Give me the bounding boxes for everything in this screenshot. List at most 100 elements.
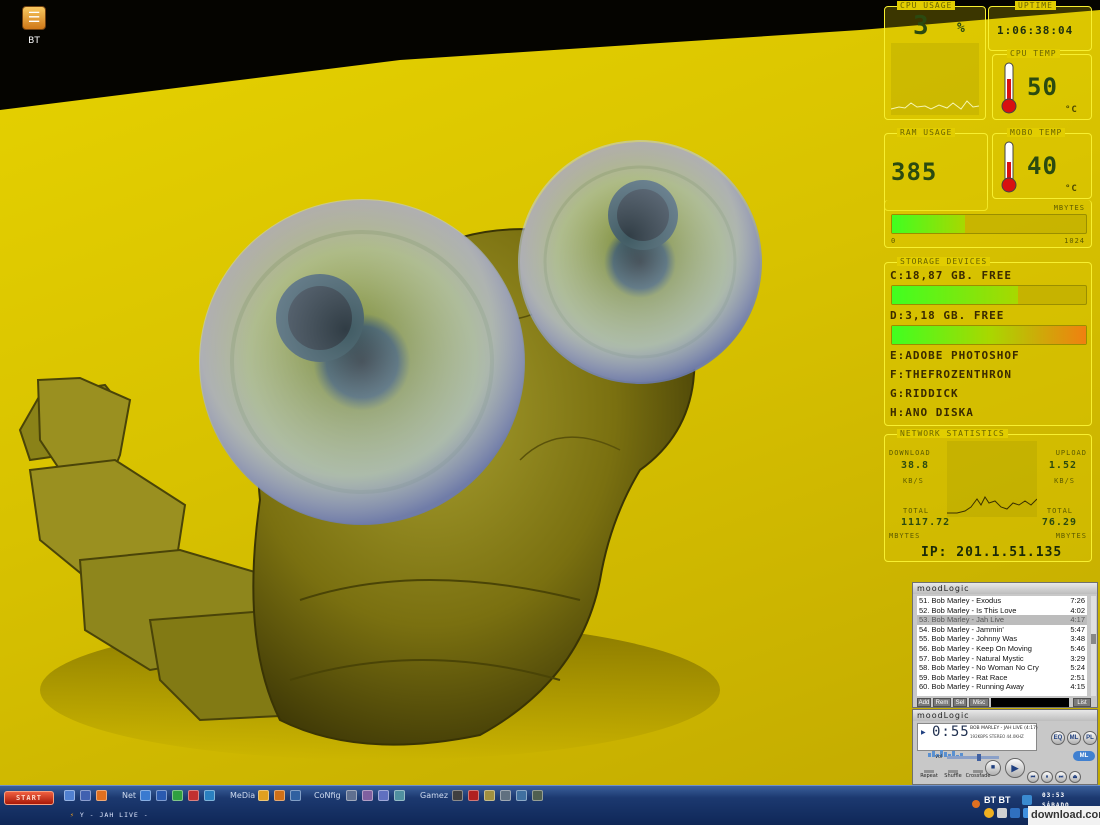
game-icon[interactable] [468,790,479,801]
game-icon[interactable] [532,790,543,801]
playlist-row-title: 54. Bob Marley - Jammin' [919,624,1004,634]
shuffle-label: Shuffle [944,773,962,779]
game-icon[interactable] [516,790,527,801]
winamp-player-window[interactable]: moodLogic ▶ 0:55 BOB MARLEY - JAH LIVE (… [912,709,1098,785]
clock-time[interactable]: 03:53 [1042,792,1065,799]
messenger-icon[interactable] [172,790,183,801]
cpu-temp-panel: CPU TEMP 50 °C [992,49,1092,120]
settings-icon[interactable] [362,790,373,801]
pause-button[interactable]: ⏸ [1041,771,1053,783]
volume-knob[interactable] [977,754,981,761]
app-icon[interactable] [204,790,215,801]
window-icon[interactable] [80,790,91,801]
playlist-row[interactable]: 51. Bob Marley - Exodus 7:26 [917,596,1087,606]
playlist-row[interactable]: 59. Bob Marley - Rat Race 2:51 [917,673,1087,683]
playlist-row[interactable]: 52. Bob Marley - Is This Love 4:02 [917,606,1087,616]
tray-warning-icon[interactable] [972,800,980,808]
download-label: DOWNLOAD [889,449,931,457]
playlist-row-duration: 5:46 [1070,643,1085,653]
ml-badge: ML [1073,751,1095,761]
game-icon[interactable] [484,790,495,801]
network-title: NETWORK STATISTICS [897,429,1008,438]
playlist-row[interactable]: 58. Bob Marley - No Woman No Cry 5:24 [917,663,1087,673]
ip-address: IP: 201.1.51.135 [921,545,1063,560]
ram-max-label: 1024 [1064,237,1085,245]
desktop-icon[interactable] [64,790,75,801]
quicklaunch-gamez-label: Gamez [420,791,449,800]
storage-title: STORAGE DEVICES [897,257,991,266]
playlist-scrollbar[interactable] [1091,596,1096,696]
repeat-toggle[interactable]: Repeat [917,770,941,786]
mail-icon[interactable] [188,790,199,801]
media-player-icon[interactable] [258,790,269,801]
internet-explorer-icon[interactable] [156,790,167,801]
shuffle-toggle[interactable]: Shuffle [941,770,965,786]
playlist-row[interactable]: 57. Bob Marley - Natural Mystic 3:29 [917,654,1087,664]
winamp-task-icon: ⚡ [70,811,75,819]
playlist-row-duration: 2:51 [1070,672,1085,682]
tray-app-icon[interactable] [997,808,1007,818]
playlist-row-duration: 4:17 [1070,615,1085,625]
mobo-temp-unit: °C [1065,184,1078,194]
game-icon[interactable] [452,790,463,801]
ram-bar-panel: MBYTES 0 1024 [884,200,1092,248]
thermometer-icon [1001,62,1017,114]
crossfade-toggle[interactable]: Crossfade [965,770,991,786]
upload-label: UPLOAD [1055,449,1087,457]
ram-usage-bar [891,214,1087,234]
playlist-row[interactable]: 56. Bob Marley - Keep On Moving 5:46 [917,644,1087,654]
cursor-icon[interactable] [346,790,357,801]
playlist-titlebar[interactable]: moodLogic [913,583,1097,594]
tray-network-icon[interactable] [1022,795,1032,805]
start-button[interactable]: START [4,791,54,805]
cpu-temp-unit: °C [1065,105,1078,115]
total-down-unit: MBYTES [889,532,921,540]
eject-button[interactable]: ⏏ [1069,771,1081,783]
previous-button[interactable]: ⏮ [1027,771,1039,783]
playlist-row-duration: 5:24 [1070,663,1085,673]
total-up-label: TOTAL [1046,507,1073,515]
tool-icon[interactable] [378,790,389,801]
tray-msn-icon[interactable] [984,808,994,818]
playlist-misc-button[interactable]: Misc [969,698,989,707]
playlist-remove-button[interactable]: Rem [933,698,951,707]
play-button[interactable]: ▶ [1005,758,1025,778]
config-icon[interactable] [394,790,405,801]
next-button[interactable]: ⏭ [1055,771,1067,783]
thermometer-icon [1001,141,1017,193]
playlist-row[interactable]: 55. Bob Marley - Johnny Was 3:48 [917,634,1087,644]
photoshop-icon[interactable] [290,790,301,801]
playlist-row-duration: 4:15 [1070,682,1085,692]
playlist-row-duration: 3:29 [1070,653,1085,663]
playlist-row[interactable]: 53. Bob Marley - Jah Live 4:17 [917,615,1087,625]
playlist-select-button[interactable]: Sel [953,698,967,707]
firefox-icon[interactable] [96,790,107,801]
equalizer-toggle[interactable]: EQ [1051,731,1065,745]
winamp-icon[interactable] [274,790,285,801]
media-library-toggle[interactable]: ML [1067,731,1081,745]
volume-slider[interactable] [947,754,999,761]
playlist-row[interactable]: 54. Bob Marley - Jammin' 5:47 [917,625,1087,635]
download-unit: KB/S [903,477,924,485]
taskbar-winamp-task[interactable]: ⚡ Y - JAH LIVE - WIN... [66,808,176,822]
tray-label[interactable]: BT BT [984,795,1011,805]
player-titlebar[interactable]: moodLogic [913,710,1097,721]
network-icon[interactable] [140,790,151,801]
cpu-usage-panel: CPU USAGE 3 % [884,1,986,120]
uptime-value: 1:06:38:04 [997,24,1074,37]
playlist-row[interactable]: 60. Bob Marley - Running Away 4:15 [917,682,1087,692]
mobo-temp-panel: MOBO TEMP 40 °C [992,128,1092,199]
ram-usage-bar-fill [892,215,965,233]
playlist-toggle[interactable]: PL [1083,731,1097,745]
game-icon[interactable] [500,790,511,801]
winamp-playlist-window[interactable]: moodLogic 51. Bob Marley - Exodus 7:26 52.… [912,582,1098,708]
drive-d-bar-fill [892,326,1086,344]
playlist-list-button[interactable]: List [1073,698,1091,707]
playlist-row-duration: 7:26 [1070,596,1085,605]
desktop-icon-bt[interactable]: ☰ BT [18,6,50,46]
tray-volume-icon[interactable] [1010,808,1020,818]
playlist-list[interactable]: 51. Bob Marley - Exodus 7:26 52. Bob Marle… [917,596,1087,696]
total-down-label: TOTAL [903,507,930,515]
playlist-add-button[interactable]: Add [917,698,931,707]
desktop-icon-label: BT [28,36,40,46]
